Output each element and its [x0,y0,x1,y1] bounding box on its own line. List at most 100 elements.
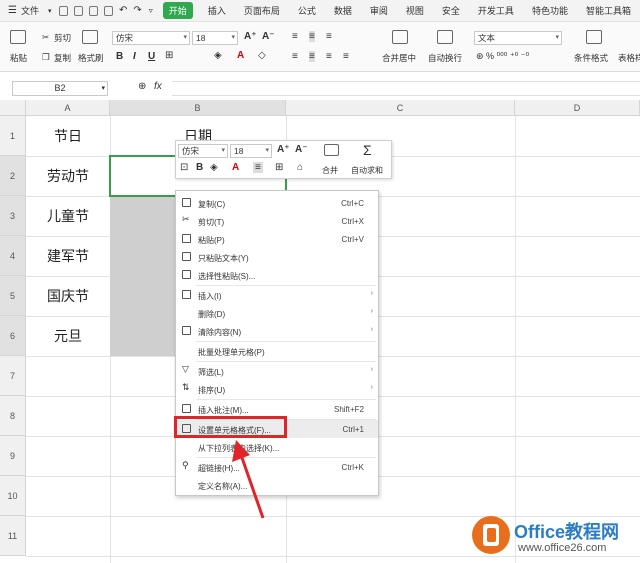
font-size-select[interactable]: 18 ▾ [192,31,238,45]
cell-a1[interactable]: 节日 [27,126,109,146]
increase-font-icon[interactable]: A⁺ [277,144,290,155]
align-left-icon[interactable]: ≡ [292,51,298,62]
file-menu[interactable]: 文件 [21,4,39,17]
cut-button[interactable]: 剪切 [54,32,71,44]
wrap-icon[interactable] [437,30,453,44]
paste-button[interactable]: 粘贴 [10,52,27,64]
bold-icon[interactable]: B [116,51,123,62]
align-right-icon[interactable]: ≡ [326,51,332,62]
row-header-5[interactable]: 5 [0,276,26,316]
percent-button[interactable]: ⊛ % ⁰⁰⁰ ⁺⁰ ⁻⁰ [476,51,529,62]
merge-icon[interactable] [324,144,339,156]
tab-security[interactable]: 安全 [442,4,460,17]
merge-button[interactable]: 合并居中 [382,52,416,64]
row-header-10[interactable]: 10 [0,476,26,516]
increase-font-icon[interactable]: A⁺ [244,31,257,42]
sum-icon[interactable]: Σ [363,142,372,158]
align-center-icon[interactable]: ≡ [253,162,263,173]
tab-smart-tools[interactable]: 智能工具箱 [586,4,631,17]
underline-icon[interactable]: U [148,51,155,62]
zoom-icon[interactable]: ⊕ [138,81,146,92]
tab-data[interactable]: 数据 [334,4,352,17]
export-icon[interactable] [73,5,83,16]
copy-button[interactable]: 复制 [54,52,71,64]
align-center-icon[interactable]: ≡ [309,51,315,62]
merge-icon[interactable] [392,30,408,44]
tab-home[interactable]: 开始 [162,2,193,19]
col-header-d[interactable]: D [515,100,640,116]
redo-icon[interactable]: ↷ [133,5,141,16]
ctx-clear[interactable]: 清除内容(N) › [176,322,378,340]
cell-a6[interactable]: 元旦 [27,326,109,346]
ctx-cut[interactable]: ✂ 剪切(T) Ctrl+X [176,212,378,230]
ctx-batch[interactable]: 批量处理单元格(P) [176,342,378,360]
mini-autosum-button[interactable]: 自动求和 [351,165,383,176]
ctx-delete[interactable]: 删除(D) › [176,304,378,322]
tab-view[interactable]: 视图 [406,4,424,17]
row-header-8[interactable]: 8 [0,396,26,436]
bold-icon[interactable]: B [196,162,203,173]
cond-format-button[interactable]: 条件格式 [574,52,608,64]
border-icon[interactable]: ⊞ [165,50,173,61]
fill-color-icon[interactable]: ◈ [210,162,218,173]
cond-format-icon[interactable] [586,30,602,44]
tab-formulas[interactable]: 公式 [298,4,316,17]
undo-icon[interactable]: ↶ [119,5,127,16]
ctx-hyperlink[interactable]: ⚲ 超链接(H)... Ctrl+K [176,458,378,476]
row-header-2[interactable]: 2 [0,156,26,196]
decrease-font-icon[interactable]: A⁻ [262,31,275,42]
italic-icon[interactable]: I [133,51,136,62]
more-icon[interactable]: ▿ [149,6,153,15]
ctx-pick-from-list[interactable]: 从下拉列表中选择(K)... [176,438,378,456]
ctx-filter[interactable]: ▽ 筛选(L) › [176,362,378,380]
tab-insert[interactable]: 插入 [208,4,226,17]
tab-page-layout[interactable]: 页面布局 [244,4,280,17]
hamburger-icon[interactable]: ☰ [8,5,17,16]
row-header-7[interactable]: 7 [0,356,26,396]
ctx-sort[interactable]: ⇅ 排序(U) › [176,380,378,398]
wrap-button[interactable]: 自动换行 [428,52,462,64]
mini-font-select[interactable]: 仿宋 ▾ [178,144,228,158]
ctx-paste-text[interactable]: 只粘贴文本(Y) [176,248,378,266]
name-box[interactable]: B2 ▾ [12,81,108,96]
cell-a3[interactable]: 儿童节 [27,206,109,226]
row-header-6[interactable]: 6 [0,316,26,356]
align-middle-icon[interactable]: ≡ [309,31,315,42]
row-header-4[interactable]: 4 [0,236,26,276]
format-painter-icon[interactable]: ⊡ [180,162,188,173]
number-format-select[interactable]: 文本 ▾ [474,31,562,45]
cell-a2[interactable]: 劳动节 [27,166,109,186]
row-header-3[interactable]: 3 [0,196,26,236]
ctx-insert[interactable]: 插入(I) › [176,286,378,304]
mini-size-select[interactable]: 18 ▾ [230,144,272,158]
ctx-define-name[interactable]: 定义名称(A)... [176,476,378,494]
cell-a4[interactable]: 建军节 [27,246,109,266]
fill-bucket-icon[interactable]: ⌂ [297,162,303,173]
fx-label[interactable]: fx [154,81,162,92]
row-header-11[interactable]: 11 [0,516,26,556]
row-header-1[interactable]: 1 [0,116,26,156]
col-header-c[interactable]: C [286,100,515,116]
tab-developer[interactable]: 开发工具 [478,4,514,17]
col-header-b[interactable]: B [110,100,286,116]
row-header-9[interactable]: 9 [0,436,26,476]
tab-review[interactable]: 审阅 [370,4,388,17]
decrease-font-icon[interactable]: A⁻ [295,144,308,155]
cell-a5[interactable]: 国庆节 [27,286,109,306]
format-painter-button[interactable]: 格式刷 [78,52,104,64]
print-icon[interactable] [88,5,98,16]
format-painter-icon[interactable] [82,30,98,44]
paste-icon[interactable] [10,30,26,44]
justify-icon[interactable]: ≡ [343,51,349,62]
ctx-copy[interactable]: 复制(C) Ctrl+C [176,194,378,212]
dropdown-icon[interactable]: ▾ [48,7,52,15]
fill-color-icon[interactable]: ◈ [214,50,222,61]
col-header-a[interactable]: A [26,100,110,116]
font-select[interactable]: 仿宋 ▾ [112,31,190,45]
cut-icon[interactable]: ✂ [42,32,49,43]
mini-merge-button[interactable]: 合并 [322,165,338,176]
clear-icon[interactable]: ◇ [258,50,266,61]
border-icon[interactable]: ⊞ [275,162,283,173]
align-top-icon[interactable]: ≡ [292,31,298,42]
ctx-paste-special[interactable]: 选择性粘贴(S)... [176,266,378,284]
